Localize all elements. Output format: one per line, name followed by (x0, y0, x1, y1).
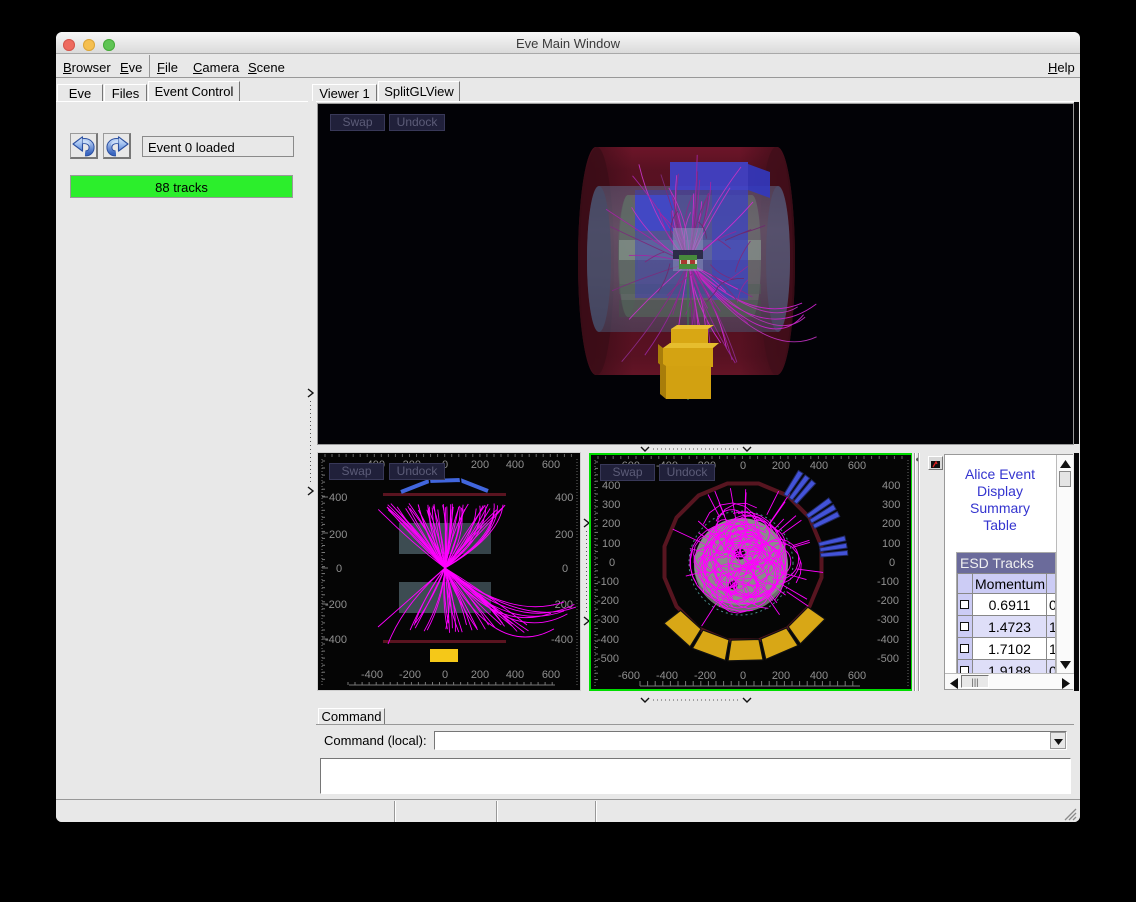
svg-text:400: 400 (810, 670, 828, 682)
svg-text:400: 400 (329, 492, 347, 504)
svg-text:600: 600 (542, 459, 560, 471)
svg-text:-400: -400 (656, 670, 678, 682)
svg-text:200: 200 (471, 669, 489, 681)
svg-text:0: 0 (889, 557, 895, 569)
svg-text:600: 600 (542, 669, 560, 681)
svg-text:200: 200 (602, 518, 620, 530)
svg-text:0: 0 (442, 669, 448, 681)
svg-text:300: 300 (882, 499, 900, 511)
svg-text:-400: -400 (361, 669, 383, 681)
svg-text:0: 0 (562, 563, 568, 575)
svg-text:400: 400 (506, 669, 524, 681)
svg-text:-100: -100 (877, 576, 899, 588)
svg-text:-400: -400 (325, 634, 347, 646)
svg-text:200: 200 (772, 460, 790, 472)
svg-text:-200: -200 (877, 595, 899, 607)
svg-text:200: 200 (772, 670, 790, 682)
svg-text:0: 0 (740, 670, 746, 682)
svg-text:-400: -400 (597, 634, 619, 646)
svg-text:0: 0 (609, 557, 615, 569)
svg-text:-200: -200 (399, 669, 421, 681)
svg-text:600: 600 (848, 460, 866, 472)
svg-text:-300: -300 (597, 614, 619, 626)
svg-text:-200: -200 (325, 599, 347, 611)
svg-text:-200: -200 (597, 595, 619, 607)
svg-text:400: 400 (506, 459, 524, 471)
svg-text:400: 400 (555, 492, 573, 504)
svg-text:200: 200 (329, 529, 347, 541)
svg-text:300: 300 (602, 499, 620, 511)
svg-text:-400: -400 (551, 634, 573, 646)
svg-text:600: 600 (848, 670, 866, 682)
svg-text:400: 400 (810, 460, 828, 472)
svg-text:-600: -600 (618, 670, 640, 682)
svg-text:0: 0 (336, 563, 342, 575)
svg-text:-200: -200 (694, 670, 716, 682)
svg-text:200: 200 (555, 529, 573, 541)
svg-text:0: 0 (740, 460, 746, 472)
svg-text:-500: -500 (597, 653, 619, 665)
svg-text:-400: -400 (877, 634, 899, 646)
svg-text:-500: -500 (877, 653, 899, 665)
svg-text:400: 400 (882, 480, 900, 492)
svg-text:-100: -100 (597, 576, 619, 588)
svg-text:100: 100 (882, 538, 900, 550)
svg-text:100: 100 (602, 538, 620, 550)
svg-text:400: 400 (602, 480, 620, 492)
svg-text:200: 200 (471, 459, 489, 471)
svg-text:200: 200 (882, 518, 900, 530)
svg-text:-300: -300 (877, 614, 899, 626)
